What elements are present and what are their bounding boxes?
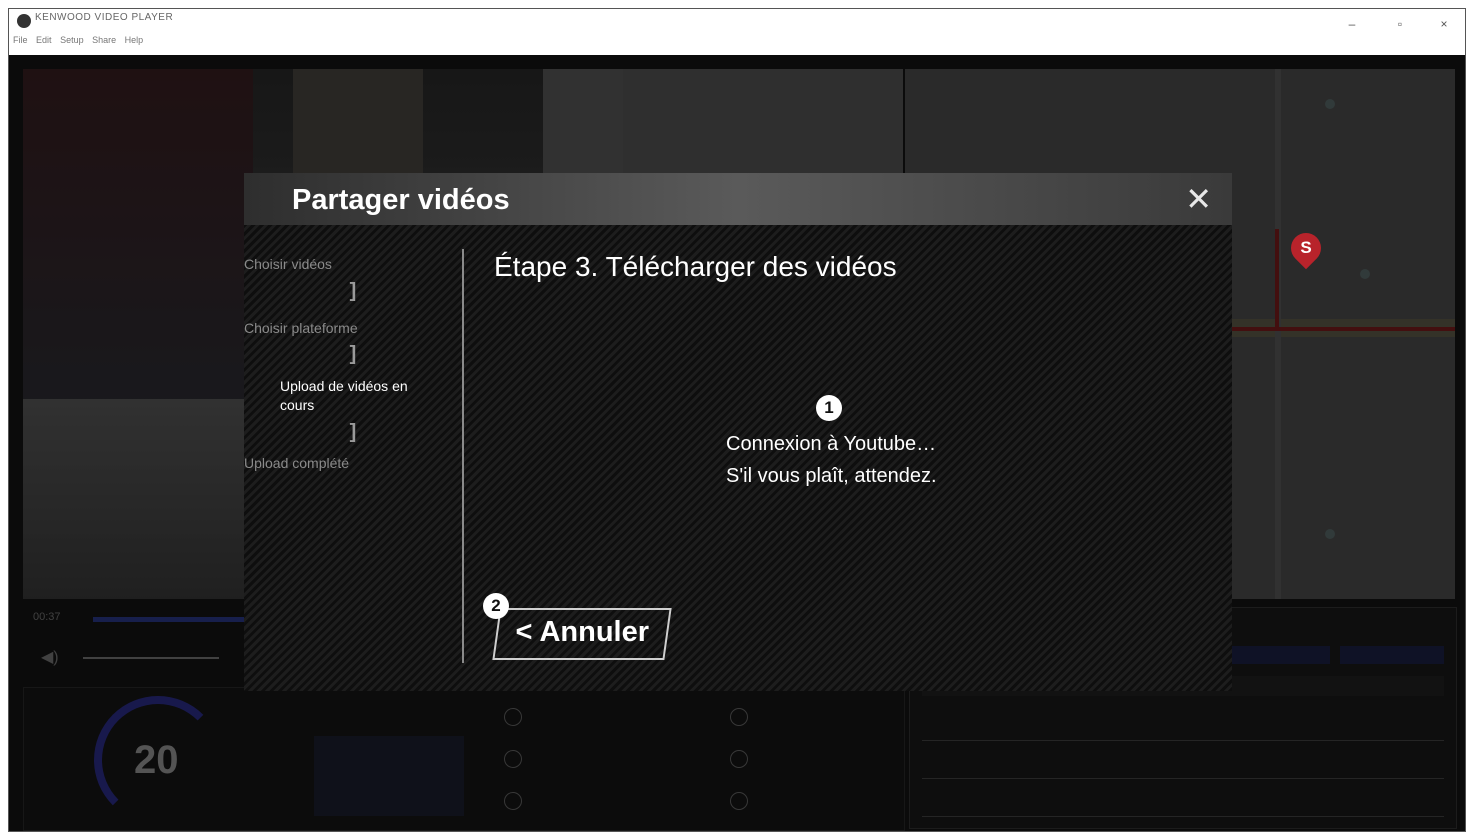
start-pin-icon: S <box>1284 226 1328 270</box>
app-title: KENWOOD VIDEO PLAYER <box>35 12 174 23</box>
status-line-wait: S'il vous plaît, attendez. <box>726 465 937 487</box>
minimize-button[interactable]: – <box>1343 17 1361 31</box>
callout-badge-1: 1 <box>816 395 842 421</box>
cancel-button[interactable]: < Annuler <box>492 608 672 660</box>
share-videos-dialog: Partager vidéos ✕ Choisir vidéos ] Chois… <box>244 173 1232 691</box>
step-choose-platform: Choisir plateforme <box>244 320 358 336</box>
close-icon[interactable]: ✕ <box>1185 181 1212 217</box>
menu-bar: File Edit Setup Share Help <box>13 35 149 45</box>
status-line-connecting: Connexion à Youtube… <box>726 433 937 455</box>
step-divider <box>462 249 464 663</box>
menu-edit[interactable]: Edit <box>36 35 52 45</box>
step-connector: ] <box>349 280 357 302</box>
title-bar: KENWOOD VIDEO PLAYER File Edit Setup Sha… <box>9 9 1465 55</box>
status-message: Connexion à Youtube… S'il vous plaît, at… <box>726 428 937 492</box>
dialog-title: Partager vidéos <box>292 184 510 216</box>
callout-badge-2: 2 <box>483 593 509 619</box>
app-logo-icon <box>17 14 31 28</box>
menu-setup[interactable]: Setup <box>60 35 84 45</box>
close-window-button[interactable]: × <box>1435 17 1453 31</box>
step-connector: ] <box>349 343 357 365</box>
step-connector: ] <box>349 421 357 443</box>
step-upload-complete: Upload complété <box>244 455 350 471</box>
maximize-button[interactable]: ▫ <box>1391 17 1409 31</box>
step-heading: Étape 3. Télécharger des vidéos <box>494 251 897 282</box>
dialog-header: Partager vidéos ✕ <box>244 173 1232 225</box>
app-window: KENWOOD VIDEO PLAYER File Edit Setup Sha… <box>8 8 1466 832</box>
cancel-button-label: < Annuler <box>515 616 650 648</box>
main-content: 00:37 ◀) 20 S Partager vidéos ✕ Choisir … <box>9 55 1465 831</box>
menu-share[interactable]: Share <box>92 35 116 45</box>
step-choose-videos: Choisir vidéos <box>244 256 332 272</box>
menu-file[interactable]: File <box>13 35 28 45</box>
menu-help[interactable]: Help <box>125 35 144 45</box>
step-uploading: Upload de vidéos en cours <box>280 378 408 413</box>
